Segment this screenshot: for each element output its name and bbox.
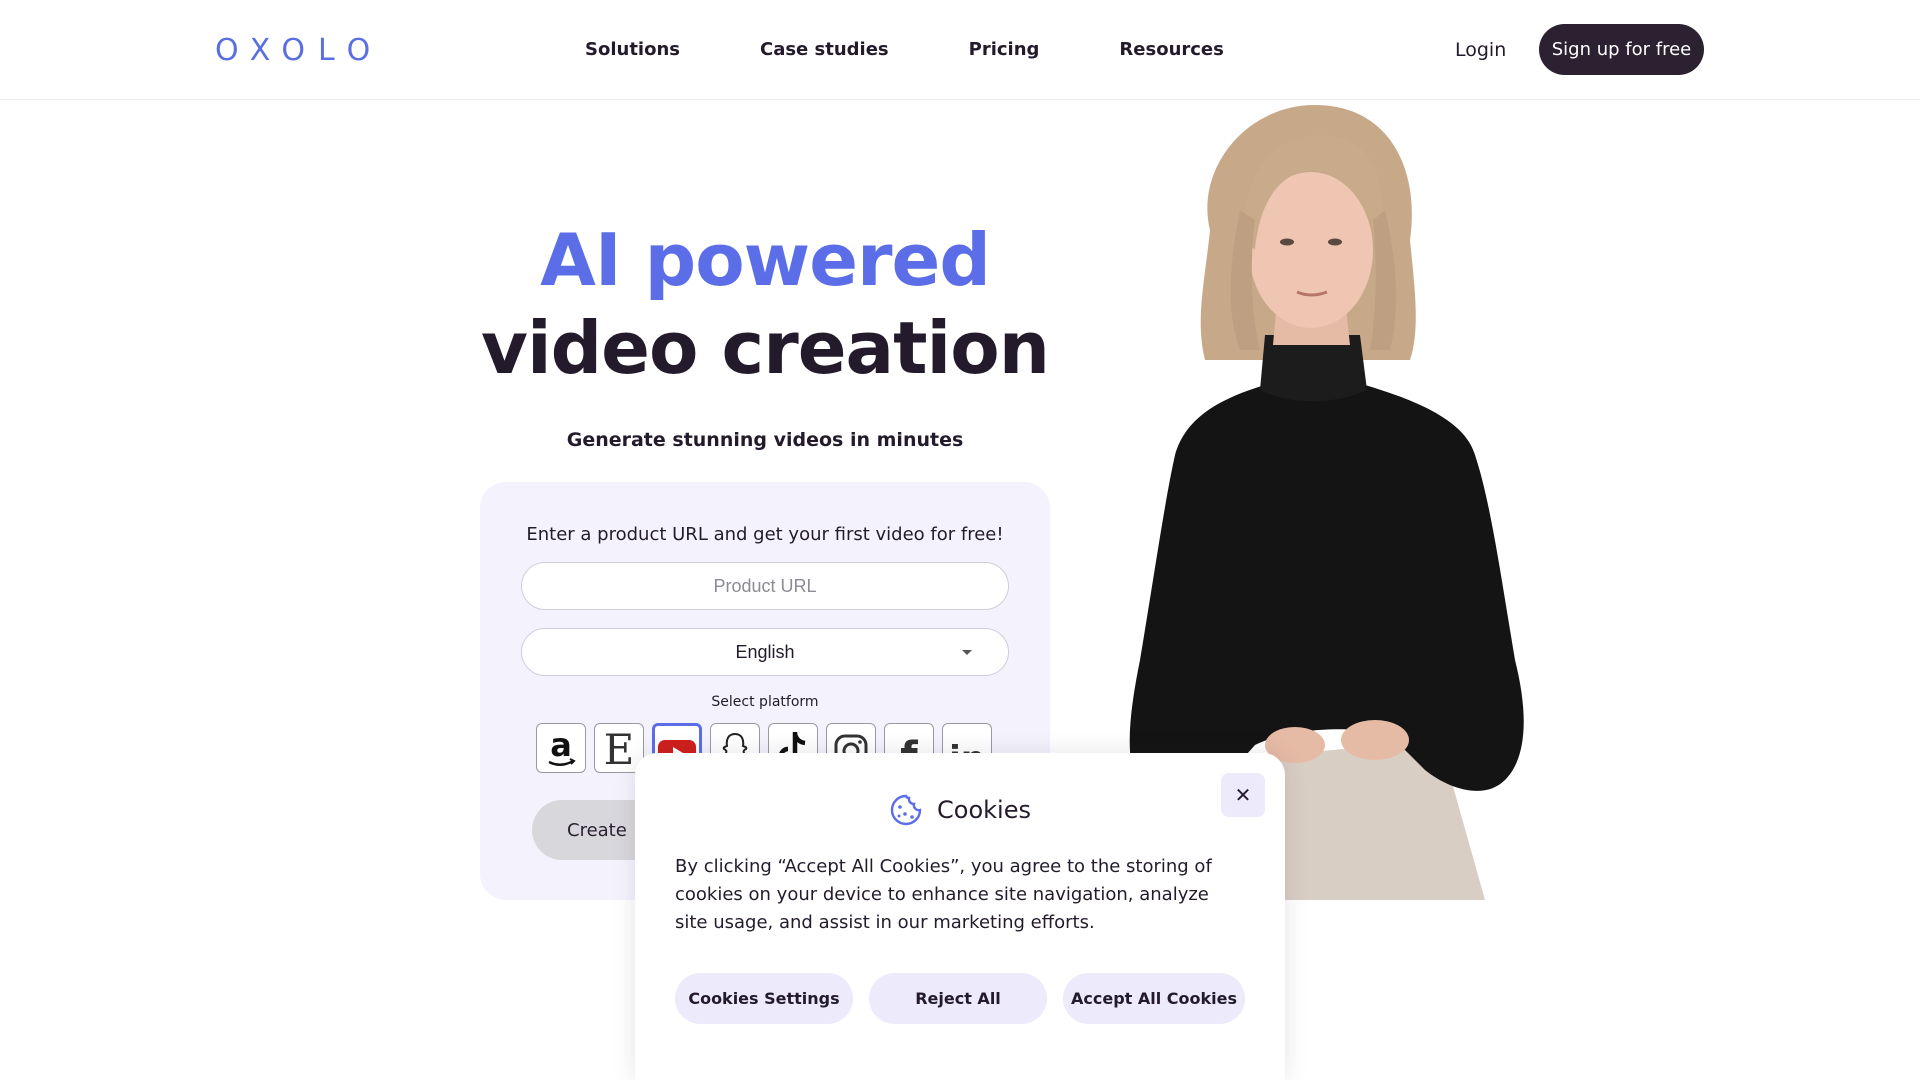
- nav-case-studies[interactable]: Case studies: [760, 37, 889, 63]
- platform-label: Select platform: [711, 694, 819, 710]
- signup-button[interactable]: Sign up for free: [1539, 24, 1704, 75]
- nav-pricing[interactable]: Pricing: [969, 37, 1040, 63]
- main-nav: Solutions Case studies Pricing Resources: [585, 37, 1224, 63]
- oxolo-logo[interactable]: OXOLO: [215, 33, 383, 68]
- language-select[interactable]: English: [521, 628, 1009, 676]
- svg-text:E: E: [604, 726, 635, 770]
- cookie-consent-dialog: Cookies ✕ By clicking “Accept All Cookie…: [635, 753, 1285, 1080]
- hero-title: video creation: [481, 306, 1050, 390]
- cookie-header: Cookies: [635, 793, 1285, 827]
- close-button[interactable]: ✕: [1221, 773, 1265, 817]
- hero-title-accent: AI powered: [540, 218, 991, 302]
- reject-all-button[interactable]: Reject All: [869, 973, 1047, 1024]
- chevron-down-icon: [962, 650, 972, 655]
- product-url-input[interactable]: [521, 562, 1009, 610]
- cookies-settings-button[interactable]: Cookies Settings: [675, 973, 853, 1024]
- site-header: OXOLO Solutions Case studies Pricing Res…: [0, 0, 1920, 100]
- nav-solutions[interactable]: Solutions: [585, 37, 680, 63]
- hero-subtitle: Generate stunning videos in minutes: [566, 429, 964, 451]
- amazon-icon: a: [548, 726, 576, 766]
- cookie-message: By clicking “Accept All Cookies”, you ag…: [675, 856, 1212, 933]
- close-icon: ✕: [1234, 783, 1252, 807]
- accept-all-cookies-button[interactable]: Accept All Cookies: [1063, 973, 1245, 1024]
- etsy-icon: E: [604, 726, 635, 770]
- form-prompt: Enter a product URL and get your first v…: [526, 524, 1004, 545]
- platform-amazon[interactable]: a: [536, 723, 586, 773]
- nav-resources[interactable]: Resources: [1119, 37, 1223, 63]
- cookie-title: Cookies: [937, 796, 1031, 824]
- cookie-actions: Cookies Settings Reject All Accept All C…: [675, 973, 1261, 1024]
- language-value: English: [735, 641, 795, 662]
- svg-text:a: a: [550, 726, 572, 764]
- login-link[interactable]: Login: [1455, 37, 1506, 63]
- cookie-icon: [890, 794, 922, 826]
